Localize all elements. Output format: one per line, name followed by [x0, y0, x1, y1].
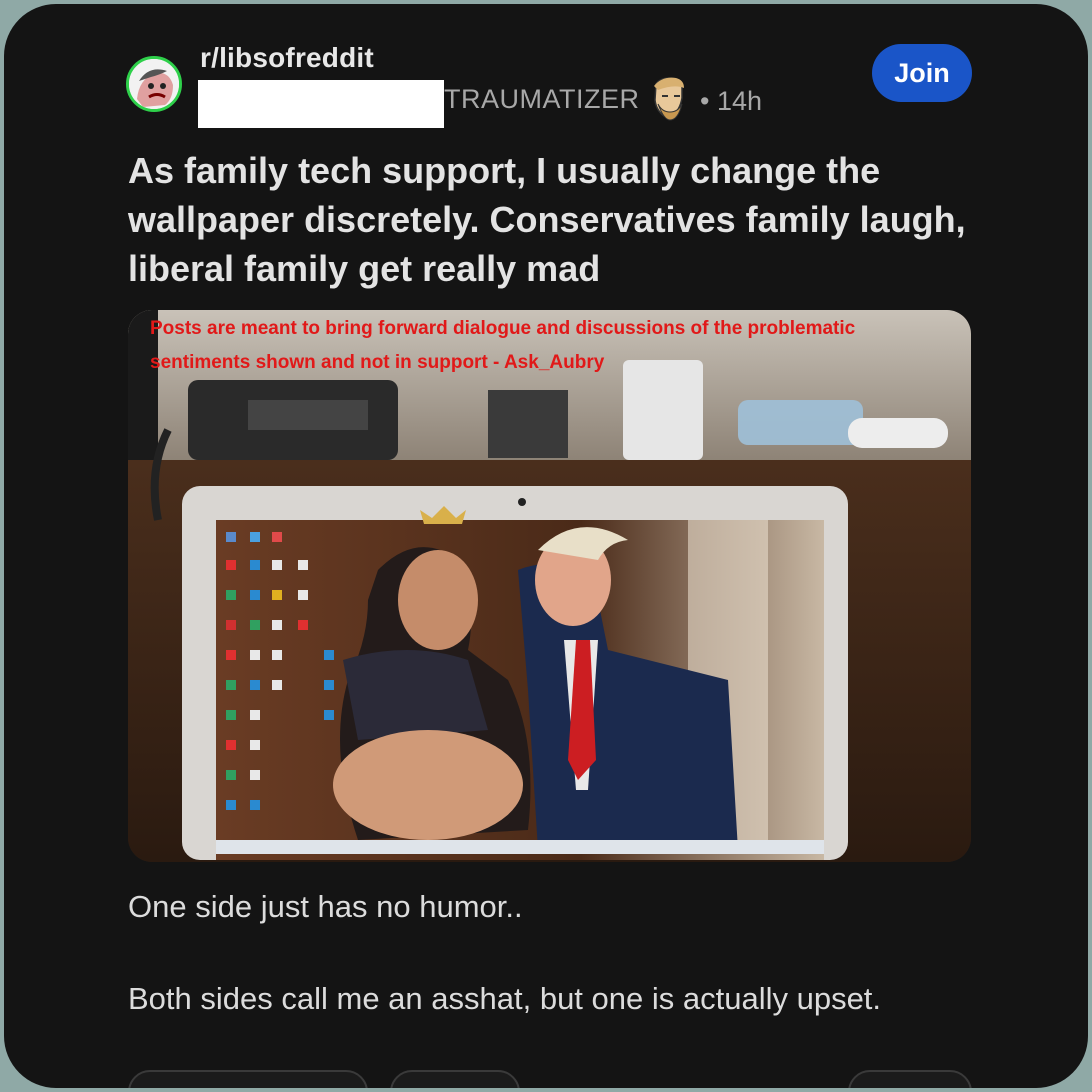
- post-title[interactable]: As family tech support, I usually change…: [128, 146, 968, 293]
- subreddit-name[interactable]: r/libsofreddit: [200, 42, 374, 74]
- post-header: r/libsofreddit TRAUMATIZER • 14h Join: [4, 4, 1088, 144]
- post-image[interactable]: Posts are meant to bring forward dialogu…: [128, 310, 971, 862]
- post-age: 14h: [716, 86, 763, 116]
- share-button[interactable]: [848, 1070, 972, 1088]
- moderator-note-overlay: Posts are meant to bring forward dialogu…: [150, 318, 856, 373]
- comments-button[interactable]: [390, 1070, 520, 1088]
- join-button[interactable]: Join: [872, 44, 972, 102]
- post-card: r/libsofreddit TRAUMATIZER • 14h Join As…: [4, 4, 1088, 1088]
- wallpaper-photo: [128, 310, 971, 862]
- separator-dot: •: [700, 86, 710, 116]
- subreddit-avatar-icon[interactable]: [126, 56, 182, 112]
- post-body-line-2: Both sides call me an asshat, but one is…: [128, 981, 882, 1016]
- post-timestamp: • 14h: [700, 86, 762, 117]
- vote-button[interactable]: [128, 1070, 368, 1088]
- username[interactable]: TRAUMATIZER: [444, 84, 640, 115]
- redacted-username-block: [198, 80, 444, 128]
- post-body-line-1: One side just has no humor..: [128, 889, 523, 924]
- chad-face-flair-icon: [646, 76, 692, 124]
